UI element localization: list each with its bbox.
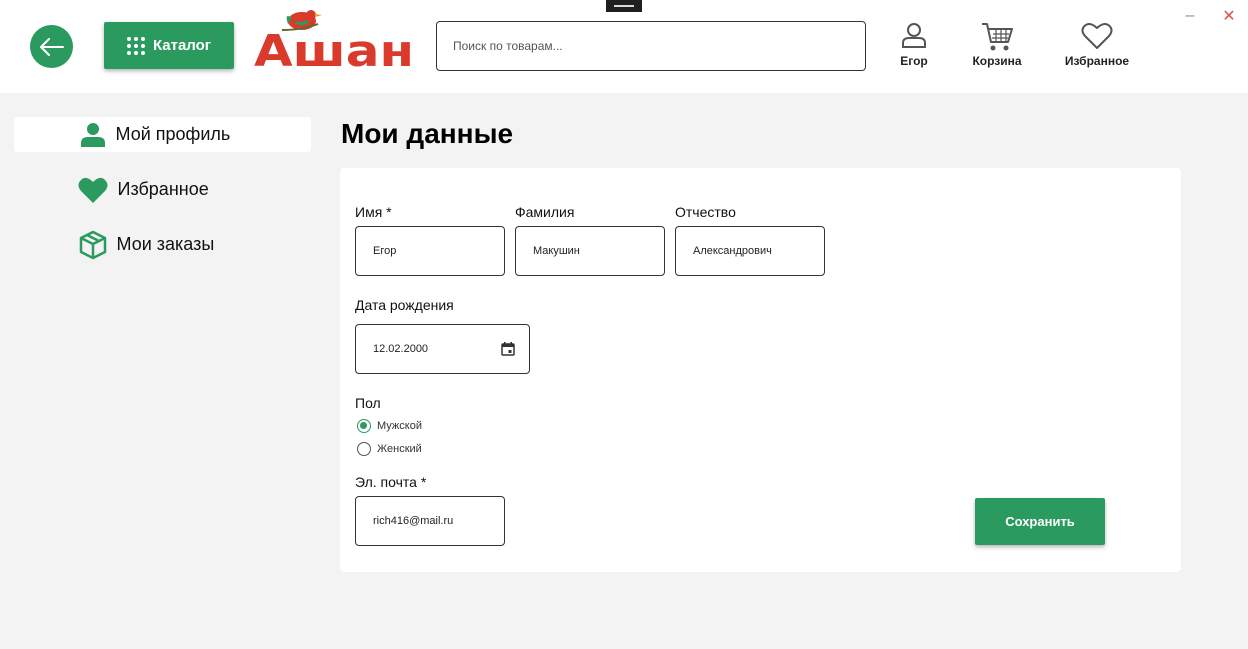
box-icon bbox=[79, 230, 106, 259]
window-drag-handle[interactable] bbox=[606, 0, 642, 12]
user-icon bbox=[902, 23, 926, 48]
gender-option-male[interactable]: Мужской bbox=[357, 419, 422, 433]
last-name-label: Фамилия bbox=[515, 204, 575, 220]
page-title: Мои данные bbox=[341, 118, 514, 149]
first-name-value: Егор bbox=[373, 245, 397, 257]
patronymic-value: Александрович bbox=[693, 245, 772, 257]
gender-option-label: Женский bbox=[377, 443, 422, 455]
radio-unchecked-icon bbox=[357, 442, 371, 456]
user-icon bbox=[80, 122, 105, 147]
profile-label: Егор bbox=[900, 54, 928, 68]
email-field[interactable]: rich416@mail.ru bbox=[355, 496, 505, 546]
grid-dots-icon bbox=[126, 36, 145, 55]
catalog-button[interactable]: Каталог bbox=[104, 22, 234, 69]
sidebar-item-label: Мои заказы bbox=[116, 234, 215, 254]
sidebar-item-label: Избранное bbox=[117, 179, 209, 199]
sidebar-item-favorites[interactable]: Избранное bbox=[14, 172, 311, 207]
cart-icon bbox=[982, 23, 1013, 51]
cart-label: Корзина bbox=[972, 54, 1022, 68]
sidebar-item-profile[interactable]: Мой профиль bbox=[14, 117, 311, 152]
favorites-link[interactable]: Избранное bbox=[1060, 22, 1134, 68]
favorites-label: Избранное bbox=[1064, 54, 1130, 68]
gender-option-label: Мужской bbox=[377, 420, 422, 432]
patronymic-field[interactable]: Александрович bbox=[675, 226, 825, 276]
last-name-field[interactable]: Макушин bbox=[515, 226, 665, 276]
save-button[interactable]: Сохранить bbox=[975, 498, 1105, 545]
close-window-button[interactable]: ✕ bbox=[1219, 8, 1239, 28]
birthdate-label: Дата рождения bbox=[355, 297, 454, 313]
sidebar-item-label: Мой профиль bbox=[115, 124, 231, 144]
gender-option-female[interactable]: Женский bbox=[357, 442, 422, 456]
gender-label: Пол bbox=[355, 395, 381, 411]
arrow-left-icon bbox=[39, 37, 64, 56]
birthdate-field[interactable]: 12.02.2000 bbox=[355, 324, 530, 374]
cart-link[interactable]: Корзина bbox=[966, 22, 1028, 68]
calendar-icon[interactable] bbox=[501, 342, 515, 356]
top-bar: – ✕ Каталог Ашан Егор bbox=[0, 0, 1248, 93]
profile-link[interactable]: Егор bbox=[895, 22, 933, 68]
logo-wordmark: Ашан bbox=[254, 26, 414, 70]
auchan-logo[interactable]: Ашан bbox=[252, 4, 418, 70]
first-name-label: Имя * bbox=[355, 204, 392, 220]
sidebar-item-orders[interactable]: Мои заказы bbox=[14, 227, 311, 262]
email-label: Эл. почта * bbox=[355, 474, 427, 490]
search-input[interactable] bbox=[436, 21, 866, 71]
heart-outline-icon bbox=[1081, 22, 1113, 49]
back-button[interactable] bbox=[30, 25, 73, 68]
heart-icon bbox=[78, 177, 107, 203]
patronymic-label: Отчество bbox=[675, 204, 736, 220]
catalog-label: Каталог bbox=[152, 37, 212, 54]
email-value: rich416@mail.ru bbox=[373, 515, 454, 527]
birthdate-value: 12.02.2000 bbox=[373, 343, 429, 355]
first-name-field[interactable]: Егор bbox=[355, 226, 505, 276]
minimize-button[interactable]: – bbox=[1180, 8, 1200, 28]
last-name-value: Макушин bbox=[533, 245, 580, 257]
radio-checked-icon bbox=[357, 419, 371, 433]
